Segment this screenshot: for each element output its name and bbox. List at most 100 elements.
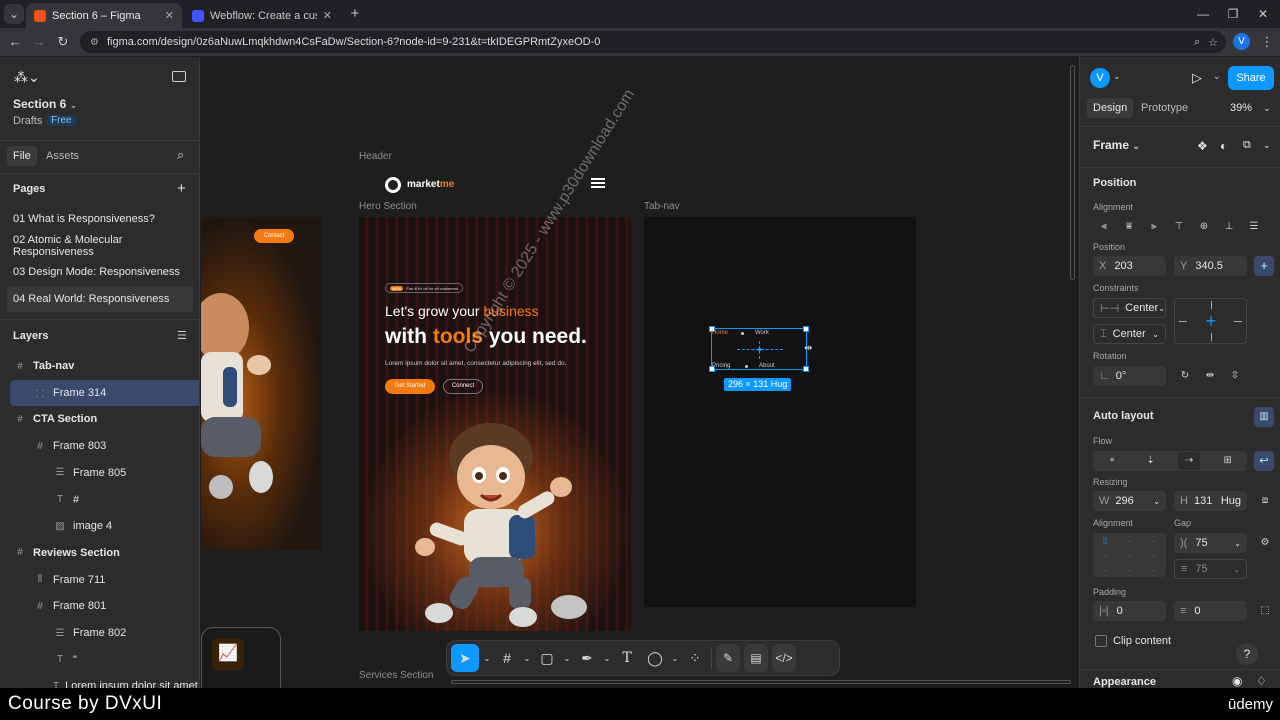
frame-314-selection[interactable]: Home Work Pricing About ⇹ [709, 326, 812, 372]
gap-field[interactable]: )(75 ⌄ [1174, 533, 1247, 553]
toggle-sidebar-icon[interactable] [172, 71, 186, 82]
design-mode-icon[interactable]: ▤ [744, 644, 768, 672]
forward-arrow-icon[interactable]: → [30, 33, 48, 51]
frame-label-tabnav[interactable]: Tab-nav [644, 201, 680, 212]
constraint-left-line[interactable] [1179, 321, 1187, 322]
draw-mode-icon[interactable]: ✎ [716, 644, 740, 672]
height-field[interactable]: H 131 Hug [1174, 491, 1247, 511]
layer-row[interactable]: # Reviews Section [0, 540, 199, 566]
distribute-icon[interactable]: ☰ [1243, 218, 1265, 236]
tab-design[interactable]: Design [1087, 98, 1134, 118]
layer-row[interactable]: ▨ image 4 [0, 513, 199, 539]
connect-button[interactable]: Connect [443, 379, 483, 394]
profile-avatar[interactable]: V [1233, 33, 1250, 50]
text-tool-icon[interactable]: T [615, 644, 639, 672]
individual-padding-icon[interactable]: ⬚ [1254, 602, 1276, 620]
add-position-plus-icon[interactable]: + [1254, 256, 1274, 276]
page-item[interactable]: 02 Atomic & Molecular Responsiveness [0, 233, 199, 259]
help-button[interactable]: ? [1236, 643, 1258, 665]
site-info-icon[interactable]: ⚙ [90, 37, 99, 48]
component-icon[interactable]: ❖ [1197, 139, 1208, 153]
layer-row[interactable]: T # [0, 487, 199, 513]
tabnav-item-home[interactable]: Home [712, 330, 728, 336]
blend-drop-icon[interactable]: ♢ [1256, 674, 1267, 688]
constraint-widget[interactable]: + [1174, 298, 1247, 344]
frame-label-services[interactable]: Services Section [359, 670, 433, 681]
horizontal-padding-field[interactable]: |▫| 0 [1093, 601, 1166, 621]
visibility-eye-icon[interactable]: ◉ [1232, 674, 1242, 688]
constraint-bottom-line[interactable] [1211, 333, 1212, 341]
tabnav-frame[interactable]: Home Work Pricing About ⇹ 296 × 131 Hug [644, 217, 916, 607]
frame-type-select[interactable]: Frame ⌄ [1093, 138, 1140, 152]
align-middle-icon[interactable]: ⊕ [1193, 218, 1215, 236]
new-tab-plus-icon[interactable]: + [342, 4, 368, 24]
chevron-down-icon[interactable]: ⌄ [1213, 71, 1221, 82]
align-dot[interactable]: · [1128, 566, 1131, 575]
file-name[interactable]: Section 6 ⌄ [13, 97, 77, 111]
horizontal-scrollbar[interactable] [451, 680, 1071, 684]
contact-button[interactable]: Contact [254, 229, 294, 243]
align-bottom-icon[interactable]: ⊥ [1218, 218, 1240, 236]
page-item[interactable]: 03 Design Mode: Responsiveness [0, 259, 199, 285]
chevron-down-icon[interactable]: ⌄ [1263, 140, 1271, 151]
hamburger-menu-icon[interactable] [591, 178, 605, 180]
tab-assets[interactable]: Assets [46, 146, 79, 166]
present-play-icon[interactable]: ▷ [1192, 70, 1202, 86]
layer-row[interactable]: # Frame 803 [0, 433, 199, 459]
align-top-left-icon[interactable]: ⦙⦙ [1103, 536, 1107, 547]
minimize-icon[interactable]: — [1190, 4, 1216, 24]
zoom-level[interactable]: 39% ⌄ [1230, 98, 1271, 118]
layers-collapse-icon[interactable]: ☰ [177, 329, 187, 342]
tab-search-icon[interactable]: ⌄ [4, 4, 24, 24]
card-preview[interactable]: 📈 [201, 627, 281, 688]
align-center-h-icon[interactable]: ⩸ [1118, 218, 1140, 236]
tabnav-item-pricing[interactable]: Pricing [712, 363, 730, 369]
frame-tool-icon[interactable]: # [495, 644, 519, 672]
pen-tool-icon[interactable]: ✒ [575, 644, 599, 672]
page-item-active[interactable]: 04 Real World: Responsiveness [7, 286, 193, 312]
layer-row[interactable]: ⫴ Frame 711 [0, 567, 199, 593]
layer-row[interactable]: T Lorem ipsum dolor sit amet, c [0, 673, 199, 688]
align-dot[interactable]: · [1152, 552, 1155, 561]
align-dot[interactable]: · [1104, 566, 1107, 575]
align-dot[interactable]: · [1128, 537, 1131, 546]
maximize-icon[interactable]: ❐ [1220, 4, 1246, 24]
close-window-icon[interactable]: ✕ [1250, 4, 1276, 24]
reload-icon[interactable]: ↻ [54, 33, 72, 51]
browser-menu-icon[interactable]: ⋮ [1258, 33, 1276, 51]
resize-to-fit-icon[interactable]: ⧈ [1254, 492, 1276, 510]
alignment-grid[interactable]: ⦙⦙ · · · · · · · · [1093, 533, 1166, 577]
chevron-down-icon[interactable]: ⌄ [1113, 71, 1121, 82]
align-right-icon[interactable]: ⫸ [1143, 218, 1165, 236]
boolean-icon[interactable]: ⧉ [1243, 139, 1251, 152]
design-canvas[interactable]: Contact Header marketme Hero Section NEW… [201, 57, 1078, 688]
width-field[interactable]: W 296 ⌄ [1093, 491, 1166, 511]
page-item[interactable]: 01 What is Responsiveness? [0, 206, 199, 232]
move-tool-cursor-icon[interactable]: ➤ [451, 644, 479, 672]
freeform-flow-icon[interactable]: ⚬ [1101, 452, 1123, 470]
chevron-down-icon[interactable]: ⌄ [523, 644, 531, 672]
rectangle-tool-icon[interactable]: ▢ [535, 644, 559, 672]
frame-label-hero[interactable]: Hero Section [359, 201, 417, 212]
chevron-down-icon[interactable]: ⌄ [671, 644, 679, 672]
resize-handle[interactable] [803, 326, 809, 332]
actions-tool-icon[interactable]: ⁘ [683, 644, 707, 672]
vertical-flow-icon[interactable]: ⇣ [1140, 452, 1162, 470]
rotation-field[interactable]: ∟ 0° [1093, 366, 1166, 386]
vertical-constraint-select[interactable]: ⌶ Center ⌄ [1093, 324, 1166, 344]
wrap-icon[interactable]: ↩ [1254, 451, 1274, 471]
dev-mode-code-icon[interactable]: </> [772, 644, 796, 672]
chevron-down-icon[interactable]: ⌄ [483, 644, 491, 672]
comment-tool-icon[interactable]: ◯ [643, 644, 667, 672]
y-position-field[interactable]: Y 340.5 [1174, 256, 1247, 276]
frame-label-header[interactable]: Header [359, 151, 392, 162]
align-dot[interactable]: · [1152, 537, 1155, 546]
share-button[interactable]: Share [1228, 66, 1274, 90]
constraint-right-line[interactable] [1234, 321, 1242, 322]
get-started-button[interactable]: Get Started [385, 379, 435, 394]
tab-file[interactable]: File [7, 146, 37, 166]
hero-frame[interactable]: NEW Flat 40% off for all customers Let's… [359, 217, 631, 631]
file-location[interactable]: Drafts [13, 115, 42, 127]
resize-handle[interactable] [803, 366, 809, 372]
horizontal-flow-icon[interactable]: ⇢ [1178, 452, 1201, 470]
